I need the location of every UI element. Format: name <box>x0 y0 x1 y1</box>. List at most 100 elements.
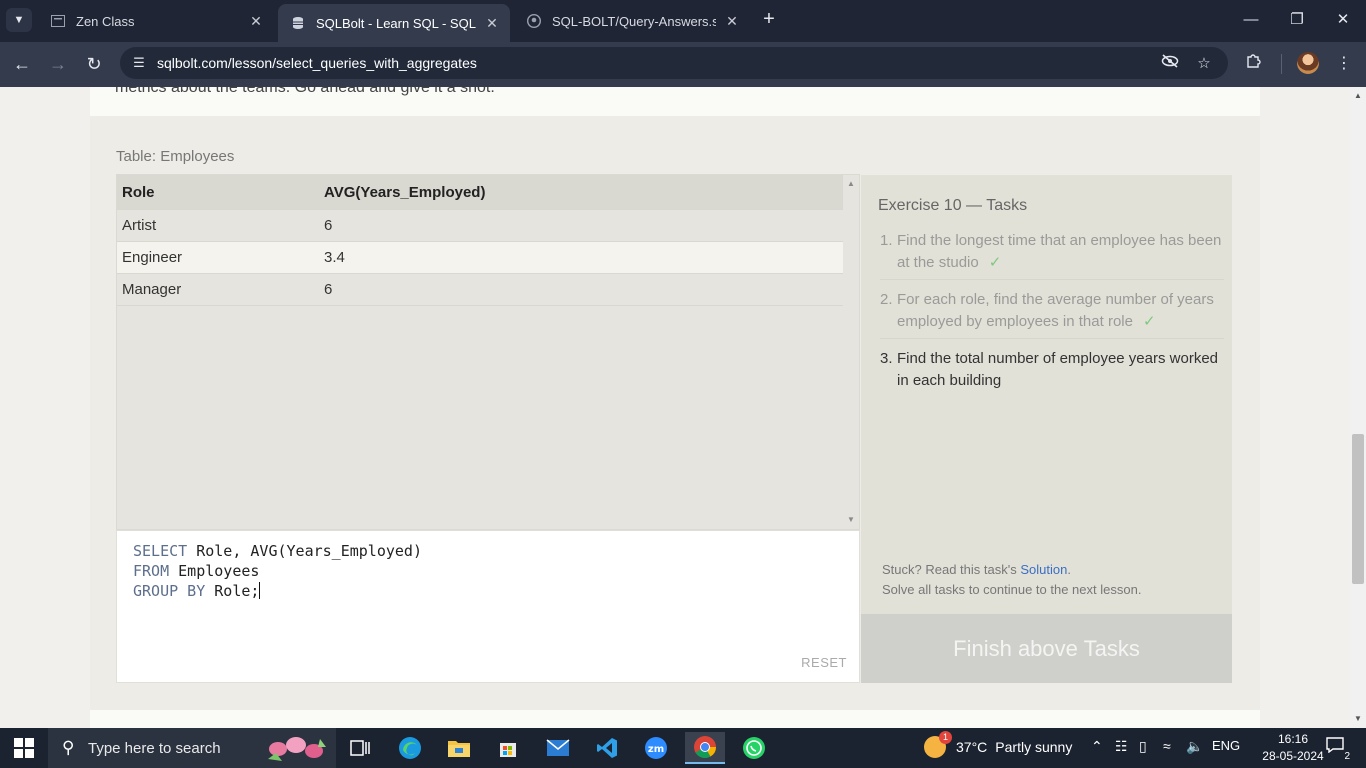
restore-icon[interactable]: ❐ <box>1282 8 1312 32</box>
extensions-puzzle-icon[interactable] <box>1242 52 1266 76</box>
chevron-down-icon: ▼ <box>13 14 25 26</box>
cell-role: Artist <box>122 217 157 234</box>
stuck-help-text: Stuck? Read this task's Solution. Solve … <box>882 560 1141 600</box>
tab-title: SQLBolt - Learn SQL - SQL Lesson <box>316 15 476 31</box>
clock-date: 28-05-2024 <box>1262 749 1324 763</box>
table-row: Manager 6 <box>117 274 844 306</box>
eye-slash-icon[interactable] <box>1160 54 1180 74</box>
page-viewport: metrics about the teams. Go ahead and gi… <box>0 87 1350 728</box>
chevron-up-icon[interactable]: ⌃ <box>1091 738 1103 755</box>
whatsapp-icon[interactable] <box>734 732 774 764</box>
results-scrollbar[interactable]: ▲ ▼ <box>843 175 859 529</box>
cell-avg-years: 6 <box>324 217 333 234</box>
site-settings-icon[interactable]: ☰ <box>130 54 148 72</box>
sql-text: Role, AVG(Years_Employed) <box>187 542 422 560</box>
mail-icon[interactable] <box>538 732 578 764</box>
weather-badge: 1 <box>939 731 952 744</box>
profile-avatar[interactable] <box>1297 52 1319 74</box>
text-cursor <box>259 582 261 599</box>
sql-text: Role; <box>205 582 260 600</box>
close-icon[interactable]: ✕ <box>248 13 264 30</box>
tab-github-query-answers[interactable]: SQL-BOLT/Query-Answers.sql at ✕ <box>514 6 750 36</box>
continue-hint: Solve all tasks to continue to the next … <box>882 582 1142 597</box>
scroll-down-arrow-icon[interactable]: ▼ <box>1350 712 1366 726</box>
clock[interactable]: 16:16 28-05-2024 <box>1262 731 1324 765</box>
task-number: 3. <box>880 350 893 367</box>
edge-browser-icon[interactable] <box>390 732 430 764</box>
reset-button[interactable]: RESET <box>801 655 847 670</box>
chrome-icon[interactable] <box>685 732 725 764</box>
notifications-icon[interactable]: 2 <box>1326 737 1350 762</box>
bookmark-star-icon[interactable]: ☆ <box>1194 54 1214 74</box>
zoom-icon[interactable]: zm <box>636 732 676 764</box>
column-header-avg-years: AVG(Years_Employed) <box>324 183 486 201</box>
column-header-role: Role <box>122 183 155 201</box>
sql-keyword: GROUP BY <box>133 582 206 600</box>
partly-sunny-icon: 1 <box>924 731 952 758</box>
task-description: For each role, find the average number o… <box>897 291 1214 330</box>
checkmark-icon: ✓ <box>988 254 1002 271</box>
close-icon[interactable]: ✕ <box>724 13 740 30</box>
sql-code[interactable]: SELECT Role, AVG(Years_Employed) FROM Em… <box>133 541 422 601</box>
microsoft-store-icon[interactable] <box>488 732 528 764</box>
sql-text: Employees <box>169 562 260 580</box>
results-grid: Role AVG(Years_Employed) Artist 6 Engine… <box>117 175 844 306</box>
wifi-icon[interactable]: ≈ <box>1163 738 1171 754</box>
more-menu-icon[interactable]: ⋮ <box>1332 52 1356 76</box>
tab-sqlbolt[interactable]: SQLBolt - Learn SQL - SQL Lesson ✕ <box>278 4 510 42</box>
cell-avg-years: 6 <box>324 281 333 298</box>
tab-zen-class[interactable]: Zen Class ✕ <box>38 6 274 36</box>
vscode-icon[interactable] <box>587 732 627 764</box>
window-close-icon[interactable]: ✕ <box>1328 8 1358 32</box>
windows-start-icon[interactable] <box>14 738 34 758</box>
table-row: Engineer 3.4 <box>117 242 844 274</box>
url-text[interactable]: sqlbolt.com/lesson/select_queries_with_a… <box>157 55 477 71</box>
reload-icon[interactable]: ↻ <box>80 51 108 77</box>
scroll-down-arrow-icon[interactable]: ▼ <box>843 513 859 527</box>
file-explorer-icon[interactable] <box>439 732 479 764</box>
zen-class-favicon-icon <box>50 13 66 29</box>
clock-time: 16:16 <box>1277 732 1309 746</box>
speaker-icon[interactable]: 🔈 <box>1186 738 1203 755</box>
back-arrow-icon[interactable]: ← <box>8 51 36 77</box>
task-text: Find the longest time that an employee h… <box>897 230 1224 274</box>
scrollbar-thumb[interactable] <box>1352 434 1364 584</box>
weather-widget[interactable]: 1 37°C Partly sunny <box>924 731 1072 758</box>
task-text: For each role, find the average number o… <box>897 289 1224 333</box>
scroll-up-arrow-icon[interactable]: ▲ <box>1350 89 1366 103</box>
cell-avg-years: 3.4 <box>324 249 345 266</box>
sqlbolt-favicon-icon <box>290 15 306 31</box>
lesson-intro-text: metrics about the teams. Go ahead and gi… <box>115 87 495 96</box>
language-indicator[interactable]: ENG <box>1212 738 1240 753</box>
address-bar[interactable]: ☰ sqlbolt.com/lesson/select_queries_with… <box>120 47 1228 79</box>
task-description: Find the total number of employee years … <box>897 350 1218 389</box>
meet-now-icon[interactable]: ☷ <box>1115 738 1128 755</box>
table-row: Artist 6 <box>117 210 844 242</box>
sql-keyword: SELECT <box>133 542 188 560</box>
task-item: 1. Find the longest time that an employe… <box>880 230 1224 280</box>
forward-arrow-icon[interactable]: → <box>44 51 72 77</box>
tab-search-button[interactable]: ▼ <box>6 8 32 32</box>
taskbar-search-box[interactable]: ⚲ Type here to search <box>48 728 336 768</box>
task-number: 2. <box>880 291 893 308</box>
sql-editor[interactable]: SELECT Role, AVG(Years_Employed) FROM Em… <box>116 530 860 683</box>
search-highlight-illustration-icon <box>268 737 326 761</box>
task-view-icon[interactable] <box>340 732 380 764</box>
task-item: 2. For each role, find the average numbe… <box>880 289 1224 339</box>
query-results-table: Role AVG(Years_Employed) Artist 6 Engine… <box>116 174 860 530</box>
checkmark-icon: ✓ <box>1142 313 1156 330</box>
close-icon[interactable]: ✕ <box>484 15 500 32</box>
new-tab-plus-icon[interactable]: + <box>758 8 780 32</box>
toolbar-divider <box>1281 54 1282 74</box>
battery-icon[interactable]: ▯ <box>1139 738 1147 755</box>
minimize-icon[interactable]: — <box>1236 8 1266 32</box>
table-caption: Table: Employees <box>116 148 235 165</box>
scroll-up-arrow-icon[interactable]: ▲ <box>843 177 859 191</box>
page-scrollbar[interactable]: ▲ ▼ <box>1350 87 1366 728</box>
browser-toolbar: ← → ↻ ☰ sqlbolt.com/lesson/select_querie… <box>0 42 1366 87</box>
solution-link[interactable]: Solution <box>1020 562 1067 577</box>
finish-tasks-button[interactable]: Finish above Tasks <box>861 614 1232 683</box>
browser-tab-strip: ▼ Zen Class ✕ SQLBolt - Learn SQL - SQL … <box>0 0 1366 42</box>
cell-role: Manager <box>122 281 182 298</box>
search-placeholder: Type here to search <box>88 740 221 757</box>
